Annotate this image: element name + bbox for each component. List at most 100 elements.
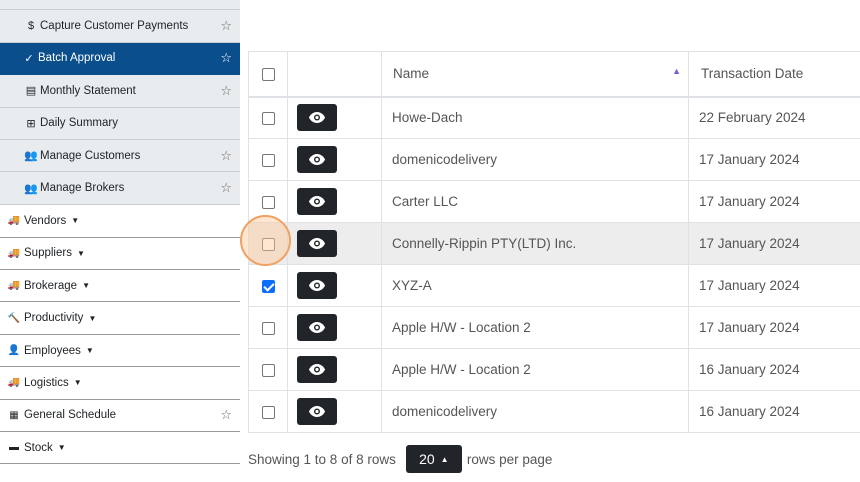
sidebar-menu-employees[interactable]: 👤 Employees ▼: [0, 334, 240, 368]
table-row[interactable]: domenicodelivery 16 January 2024: [248, 390, 860, 433]
sidebar-menu-label: Vendors: [24, 214, 67, 227]
view-button[interactable]: [297, 146, 337, 173]
row-select-cell: [248, 264, 288, 307]
transaction-date-column-header[interactable]: Transaction Date: [688, 51, 860, 98]
calendar-icon: ▦: [9, 409, 19, 421]
sidebar-menu-label: General Schedule: [24, 409, 117, 422]
sidebar-subitem-capture-customer-payments[interactable]: $ Capture Customer Payments ☆: [0, 10, 240, 43]
row-select-checkbox[interactable]: [261, 405, 275, 419]
row-select-checkbox[interactable]: [261, 237, 275, 251]
batch-approval-table: Name ▲ Transaction Date Howe-Dach 22 Febr…: [248, 51, 860, 433]
row-transaction-date: 17 January 2024: [688, 180, 860, 223]
row-view-cell: [287, 306, 382, 349]
sidebar-subitem-manage-customers[interactable]: 👥 Manage Customers ☆: [0, 140, 240, 173]
row-name: domenicodelivery: [381, 138, 689, 181]
row-select-cell: [248, 222, 288, 265]
sidebar-menu-stock[interactable]: ▬ Stock ▼: [0, 432, 240, 465]
view-button[interactable]: [297, 356, 337, 383]
row-view-cell: [287, 138, 382, 181]
sidebar-menu-general-schedule[interactable]: ▦ General Schedule ☆: [0, 399, 240, 433]
sidebar-subitem-monthly-statement[interactable]: ▤ Monthly Statement ☆: [0, 75, 240, 108]
view-button[interactable]: [297, 398, 337, 425]
row-name: XYZ-A: [381, 264, 689, 307]
favorite-star-icon[interactable]: ☆: [220, 18, 232, 34]
table-row[interactable]: XYZ-A 17 January 2024: [248, 264, 860, 307]
sidebar-subitem-label: Manage Customers: [40, 149, 141, 162]
row-view-cell: [287, 264, 382, 307]
row-select-checkbox[interactable]: [261, 153, 275, 167]
caret-down-icon: ▼: [57, 443, 66, 453]
view-button[interactable]: [297, 104, 337, 132]
page-size-value: 20: [419, 451, 435, 467]
name-column-header[interactable]: Name ▲: [381, 51, 689, 98]
caret-down-icon: ▼: [88, 313, 97, 323]
check-icon: ✓: [24, 52, 34, 65]
sidebar-subitem-label: Monthly Statement: [40, 84, 136, 97]
row-name: Carter LLC: [381, 180, 689, 223]
favorite-star-icon[interactable]: ☆: [220, 407, 232, 423]
sidebar-menu-label: Productivity: [24, 312, 84, 325]
favorite-star-icon[interactable]: ☆: [220, 180, 232, 196]
truck-icon: 🚚: [7, 377, 21, 389]
select-all-header: [248, 51, 288, 98]
row-transaction-date: 16 January 2024: [688, 390, 860, 433]
row-select-checkbox[interactable]: [261, 195, 275, 209]
sidebar-subitem-label: Batch Approval: [38, 52, 116, 65]
favorite-star-icon[interactable]: ☆: [220, 50, 232, 66]
row-view-cell: [287, 348, 382, 391]
row-select-checkbox[interactable]: [261, 112, 275, 126]
select-all-checkbox[interactable]: [261, 68, 275, 82]
table-row[interactable]: Howe-Dach 22 February 2024: [248, 96, 860, 139]
row-select-cell: [248, 306, 288, 349]
person-icon: 👤: [7, 345, 21, 357]
sidebar-menu-brokerage[interactable]: 🚚 Brokerage ▼: [0, 270, 240, 303]
row-select-checkbox[interactable]: [261, 363, 275, 377]
table-row[interactable]: Carter LLC 17 January 2024: [248, 180, 860, 223]
sidebar-menu-logistics[interactable]: 🚚 Logistics ▼: [0, 367, 240, 400]
table-pagination-footer: Showing 1 to 8 of 8 rows 20 ▲ rows per p…: [248, 445, 552, 473]
sidebar-subitem-daily-summary[interactable]: ⊞ Daily Summary: [0, 107, 240, 140]
row-transaction-date: 17 January 2024: [688, 138, 860, 181]
table-header-row: Name ▲ Transaction Date: [248, 51, 860, 98]
table-row[interactable]: Apple H/W - Location 2 17 January 2024: [248, 306, 860, 349]
page-size-dropdown[interactable]: 20 ▲: [405, 445, 462, 473]
row-select-cell: [248, 138, 288, 181]
row-select-checkbox[interactable]: [261, 321, 275, 335]
row-select-cell: [248, 96, 288, 139]
sidebar-subitem-manage-brokers[interactable]: 👥 Manage Brokers ☆: [0, 172, 240, 205]
row-transaction-date: 22 February 2024: [688, 96, 860, 139]
name-header-label: Name: [393, 66, 430, 82]
table-row[interactable]: Apple H/W - Location 2 16 January 2024: [248, 348, 860, 391]
table-row[interactable]: domenicodelivery 17 January 2024: [248, 138, 860, 181]
eye-icon: [309, 154, 325, 165]
sidebar-menu-productivity[interactable]: 🔨 Productivity ▼: [0, 302, 240, 335]
favorite-star-icon[interactable]: ☆: [220, 0, 232, 2]
caret-down-icon: ▼: [71, 216, 80, 226]
favorite-star-icon[interactable]: ☆: [220, 83, 232, 99]
sidebar-subitem-customer-invoices[interactable]: ⚓Customer invoices☆: [0, 0, 240, 11]
sidebar-menu-label: Employees: [24, 344, 81, 357]
view-button[interactable]: [297, 230, 337, 257]
row-transaction-date: 17 January 2024: [688, 306, 860, 349]
truck-icon: 🚚: [7, 280, 21, 292]
caret-up-icon: ▲: [440, 454, 449, 464]
view-button[interactable]: [297, 188, 337, 215]
sidebar-subitem-label: Manage Brokers: [40, 182, 125, 195]
sidebar-subitem-label: Daily Summary: [40, 117, 118, 130]
hammer-icon: 🔨: [7, 312, 21, 324]
sidebar-menu-vendors[interactable]: 🚚 Vendors ▼: [0, 205, 240, 238]
sidebar-subitem-label: Capture Customer Payments: [40, 20, 189, 33]
sidebar-menu-suppliers[interactable]: 🚚 Suppliers ▼: [0, 237, 240, 271]
view-button[interactable]: [297, 272, 337, 299]
caret-down-icon: ▼: [82, 281, 90, 291]
row-select-cell: [248, 390, 288, 433]
row-name: domenicodelivery: [381, 390, 689, 433]
table-icon: ⊞: [26, 117, 36, 130]
sort-ascending-icon: ▲: [672, 66, 681, 76]
pagination-info: Showing 1 to 8 of 8 rows: [248, 451, 396, 467]
view-button[interactable]: [297, 314, 337, 341]
table-row[interactable]: Connelly-Rippin PTY(LTD) Inc. 17 January …: [248, 222, 860, 265]
row-select-checkbox[interactable]: [261, 279, 275, 293]
favorite-star-icon[interactable]: ☆: [220, 148, 232, 164]
sidebar-subitem-batch-approval[interactable]: ✓ Batch Approval ☆: [0, 42, 240, 76]
